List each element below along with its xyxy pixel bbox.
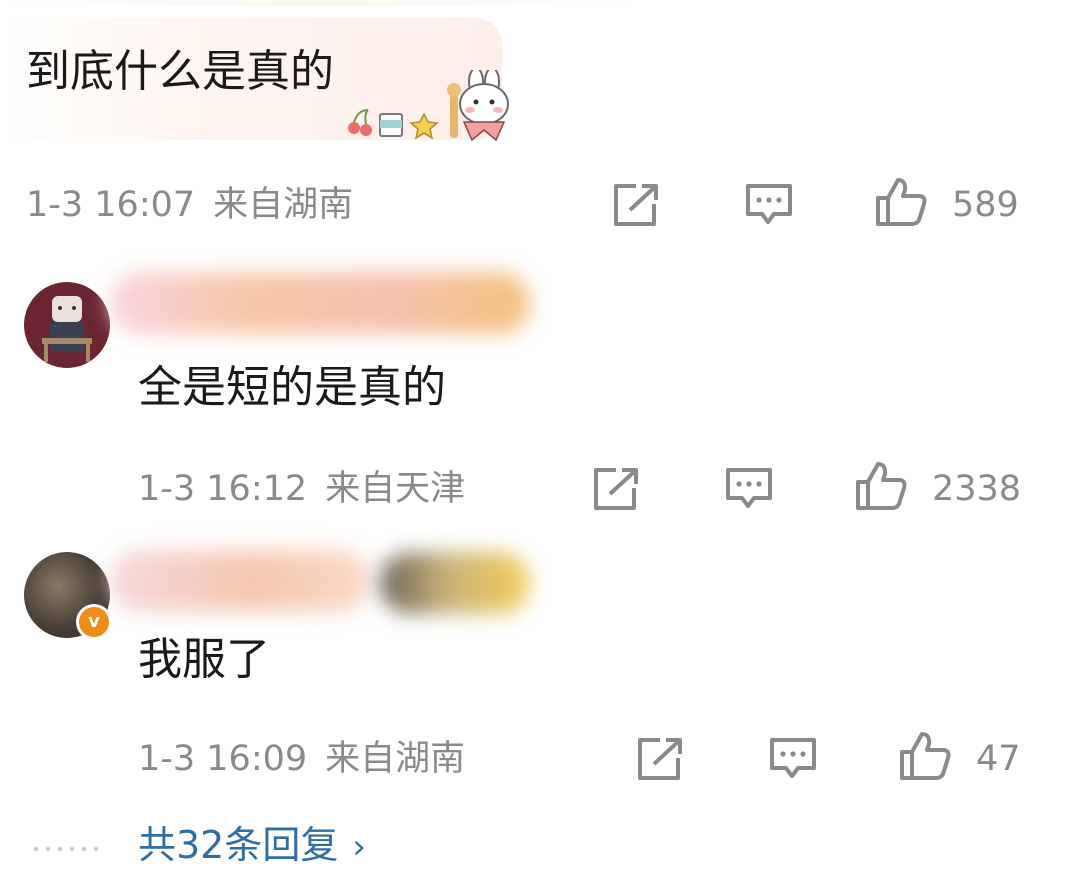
comment-location: 来自湖南 (325, 739, 466, 779)
previous-comment-edge (0, 0, 1068, 6)
bunny-sticker-icon (348, 70, 509, 142)
username-blurred[interactable] (110, 550, 370, 612)
comment-icon[interactable] (768, 736, 818, 782)
like-thumb-icon[interactable] (898, 730, 952, 782)
share-icon[interactable] (592, 466, 642, 512)
comment-text: 到底什么是真的 (26, 46, 334, 97)
comment-meta: 1-3 16:09 来自湖南 (138, 742, 465, 777)
verified-badge-icon: v (76, 604, 112, 640)
comment-location: 来自湖南 (213, 185, 354, 225)
share-icon[interactable] (636, 736, 686, 782)
comment-text: 我服了 (138, 634, 270, 685)
avatar-illustration-icon (42, 296, 92, 362)
comment-time: 1-3 16:09 (138, 739, 308, 779)
view-replies-label: 共32条回复 (138, 823, 339, 867)
like-thumb-icon[interactable] (874, 176, 928, 228)
like-count: 589 (952, 185, 1019, 225)
share-icon[interactable] (612, 182, 662, 228)
dotted-divider (30, 846, 102, 852)
username-badges-blurred (380, 552, 530, 614)
comment-meta: 1-3 16:07 来自湖南 (26, 188, 353, 223)
view-replies-link[interactable]: 共32条回复 › (138, 826, 366, 864)
comment-icon[interactable] (724, 466, 774, 512)
chevron-right-icon: › (352, 827, 366, 867)
username-blurred[interactable] (110, 272, 530, 334)
like-count: 47 (976, 739, 1021, 779)
comment-text: 全是短的是真的 (138, 362, 446, 413)
comment-time: 1-3 16:12 (138, 469, 308, 509)
comment-location: 来自天津 (325, 469, 466, 509)
comment-icon[interactable] (744, 182, 794, 228)
comment-time: 1-3 16:07 (26, 185, 196, 225)
like-thumb-icon[interactable] (854, 460, 908, 512)
comment-meta: 1-3 16:12 来自天津 (138, 472, 465, 507)
avatar[interactable] (24, 282, 110, 368)
like-count: 2338 (932, 469, 1022, 509)
